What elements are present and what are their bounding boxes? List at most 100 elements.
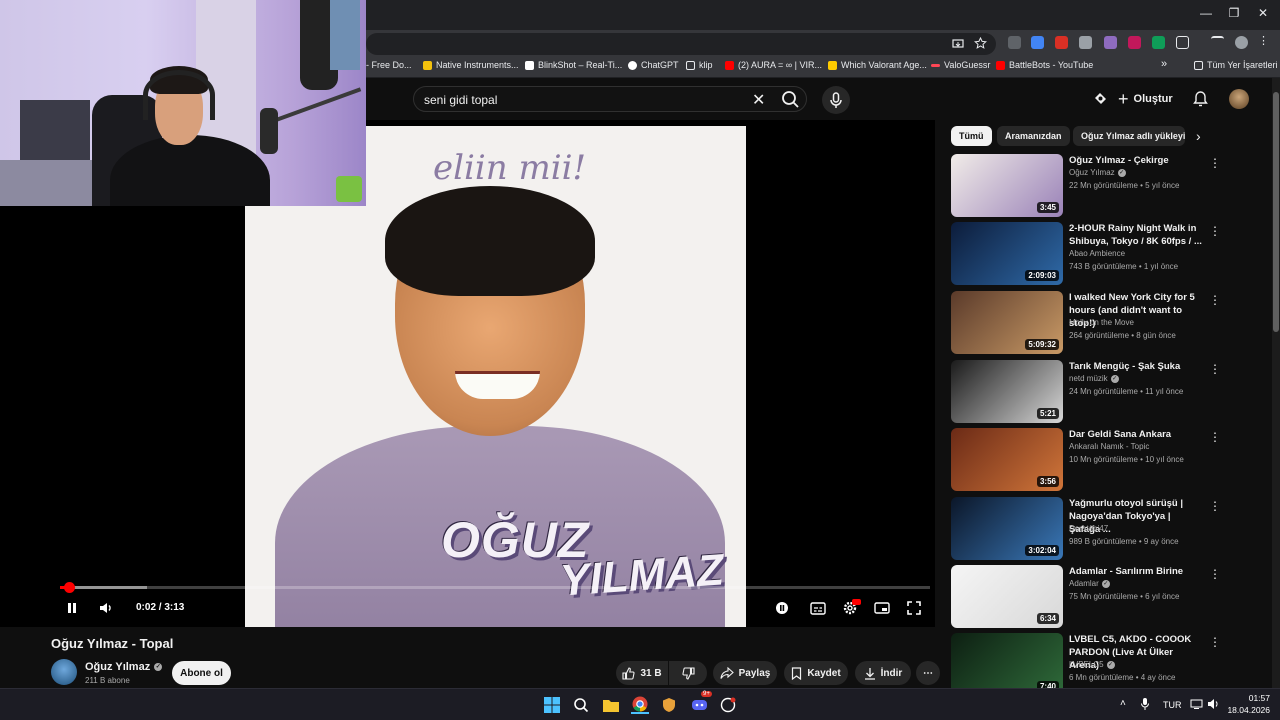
recommendation-channel[interactable]: Molly on the Move [1069, 318, 1134, 327]
recommendation-item[interactable]: 3:45 Oğuz Yılmaz - Çekirge Oğuz Yılmaz ✓ 22 … [951, 154, 1223, 218]
bookmark-item[interactable]: ChatGPT [628, 60, 679, 70]
voice-search-button[interactable] [822, 86, 850, 114]
omnibox[interactable] [366, 33, 996, 55]
show-hidden-icons-chevron-icon[interactable]: ˄ [1120, 698, 1126, 709]
video-thumbnail[interactable]: 3:02:04 [951, 497, 1063, 560]
discord-button[interactable]: 9+ [690, 691, 712, 714]
video-thumbnail[interactable]: 5:09:32 [951, 291, 1063, 354]
theater-mode-button[interactable] [872, 598, 892, 618]
more-options-icon[interactable]: ⋮ [1209, 430, 1221, 444]
bookmark-item[interactable]: Which Valorant Age... [828, 60, 927, 70]
close-window-button[interactable]: ✕ [1251, 6, 1275, 20]
fullscreen-button[interactable] [904, 598, 924, 618]
recommendation-channel[interactable]: Doratabi47 [1069, 524, 1108, 533]
chevron-right-icon[interactable]: › [1196, 128, 1201, 144]
chip-all[interactable]: Tümü [951, 126, 992, 146]
bookmark-star-icon[interactable] [974, 37, 987, 50]
channel-name-link[interactable]: Oğuz Yılmaz ✓ [85, 661, 163, 673]
scrollbar-thumb[interactable] [1273, 92, 1279, 332]
bookmark-item[interactable]: Native Instruments... [423, 60, 519, 70]
more-options-icon[interactable]: ⋮ [1209, 362, 1221, 376]
download-extension-icon[interactable] [1079, 36, 1092, 49]
recommendation-item[interactable]: 2:09:03 2-HOUR Rainy Night Walk in Shibuy… [951, 222, 1223, 286]
recommendation-title[interactable]: 2-HOUR Rainy Night Walk in Shibuya, Toky… [1069, 222, 1204, 248]
more-options-icon[interactable]: ⋮ [1209, 567, 1221, 581]
extensions-puzzle-icon[interactable] [1176, 36, 1189, 49]
volume-tray-icon[interactable] [1207, 698, 1220, 710]
progress-bar[interactable] [60, 582, 930, 593]
recommendation-channel[interactable]: netd müzik ✓ [1069, 374, 1119, 383]
bookmark-item[interactable]: BattleBots - YouTube [996, 60, 1093, 70]
extension-icon[interactable] [1055, 36, 1068, 49]
search-box[interactable]: seni gidi topal ✕ [413, 86, 807, 112]
video-thumbnail[interactable]: 5:21 [951, 360, 1063, 423]
chrome-button[interactable] [631, 696, 649, 714]
recommendation-title[interactable]: Dar Geldi Sana Ankara [1069, 428, 1204, 441]
dislike-button[interactable] [669, 661, 707, 685]
video-thumbnail[interactable]: 3:56 [951, 428, 1063, 491]
channel-avatar[interactable] [51, 659, 77, 685]
notifications-bell-icon[interactable] [1192, 90, 1209, 108]
install-app-icon[interactable] [952, 38, 964, 50]
account-avatar[interactable] [1229, 89, 1249, 109]
more-options-icon[interactable]: ⋮ [1209, 635, 1221, 649]
microphone-tray-icon[interactable] [1140, 697, 1150, 711]
search-button[interactable] [777, 86, 805, 112]
more-options-icon[interactable]: ⋮ [1209, 224, 1221, 238]
reading-list-icon[interactable] [1211, 36, 1224, 49]
extension-icon[interactable] [1104, 36, 1117, 49]
settings-button[interactable] [840, 598, 861, 618]
browser-menu-icon[interactable]: ⋮ [1258, 36, 1271, 49]
more-bookmarks-button[interactable]: » [1161, 58, 1167, 70]
bookmark-item[interactable]: ValoGuessr [931, 60, 990, 70]
recommendation-title[interactable]: Tarık Mengüç - Şak Şuka [1069, 360, 1204, 373]
recommendation-item[interactable]: 3:02:04 Yağmurlu otoyol sürüşü | Nagoya'd… [951, 497, 1223, 561]
recommendation-item[interactable]: 3:56 Dar Geldi Sana Ankara Ankaralı Namık … [951, 428, 1223, 492]
video-thumbnail[interactable]: 6:34 [951, 565, 1063, 628]
recommendation-channel[interactable]: LVBELC5 ✓ [1069, 660, 1115, 669]
more-options-icon[interactable]: ⋮ [1209, 156, 1221, 170]
file-explorer-button[interactable] [602, 696, 620, 714]
save-button[interactable]: Kaydet [784, 661, 848, 685]
subtitles-button[interactable] [808, 598, 828, 618]
youtube-extension-icon[interactable] [1092, 90, 1109, 107]
subscribe-button[interactable]: Abone ol [172, 661, 231, 685]
create-button[interactable]: + Oluştur [1118, 87, 1173, 111]
more-options-icon[interactable]: ⋮ [1209, 499, 1221, 513]
all-bookmarks-folder[interactable]: Tüm Yer İşaretleri [1194, 60, 1278, 70]
chip-from-search[interactable]: Aramanızdan [997, 126, 1070, 146]
clear-search-icon[interactable]: ✕ [752, 90, 765, 110]
app-button[interactable] [719, 696, 737, 714]
recommendation-channel[interactable]: Ankaralı Namık - Topic [1069, 442, 1149, 451]
extension-icon[interactable] [1128, 36, 1141, 49]
minimize-button[interactable]: — [1194, 6, 1218, 20]
translate-extension-icon[interactable] [1031, 36, 1044, 49]
recommendation-item[interactable]: 6:34 Adamlar - Sarılırım Birine Adamlar ✓ 75… [951, 565, 1223, 629]
recommendation-item[interactable]: 5:21 Tarık Mengüç - Şak Şuka netd müzik ✓ 24… [951, 360, 1223, 424]
recommendation-item[interactable]: 5:09:32 I walked New York City for 5 hour… [951, 291, 1223, 355]
progress-scrubber[interactable] [64, 582, 76, 593]
more-actions-button[interactable]: ⋯ [916, 661, 940, 685]
recommendation-title[interactable]: Adamlar - Sarılırım Birine [1069, 565, 1204, 578]
video-thumbnail[interactable]: 7:40 [951, 633, 1063, 696]
autoplay-toggle[interactable] [772, 598, 792, 618]
maximize-button[interactable]: ❐ [1222, 6, 1246, 20]
video-thumbnail[interactable]: 2:09:03 [951, 222, 1063, 285]
share-button[interactable]: Paylaş [713, 661, 777, 685]
search-input[interactable]: seni gidi topal [424, 93, 497, 107]
pause-button[interactable] [62, 598, 82, 618]
taskbar-search-button[interactable] [572, 696, 590, 714]
shield-app-button[interactable] [660, 696, 678, 714]
network-icon[interactable] [1190, 699, 1203, 709]
recommendation-channel[interactable]: Abao Ambience [1069, 249, 1125, 258]
start-button[interactable] [543, 696, 561, 714]
extension-icon[interactable] [1152, 36, 1165, 49]
language-indicator[interactable]: TUR [1163, 700, 1182, 710]
profile-avatar-icon[interactable] [1235, 36, 1248, 49]
recommendation-title[interactable]: Oğuz Yılmaz - Çekirge [1069, 154, 1204, 167]
bookmark-item[interactable]: (2) AURA = ∞ | VIR... [725, 60, 822, 70]
video-thumbnail[interactable]: 3:45 [951, 154, 1063, 217]
download-button[interactable]: İndir [855, 661, 911, 685]
system-clock[interactable]: 01:57 18.04.2026 [1226, 692, 1270, 716]
recommendation-channel[interactable]: Oğuz Yılmaz ✓ [1069, 168, 1126, 177]
